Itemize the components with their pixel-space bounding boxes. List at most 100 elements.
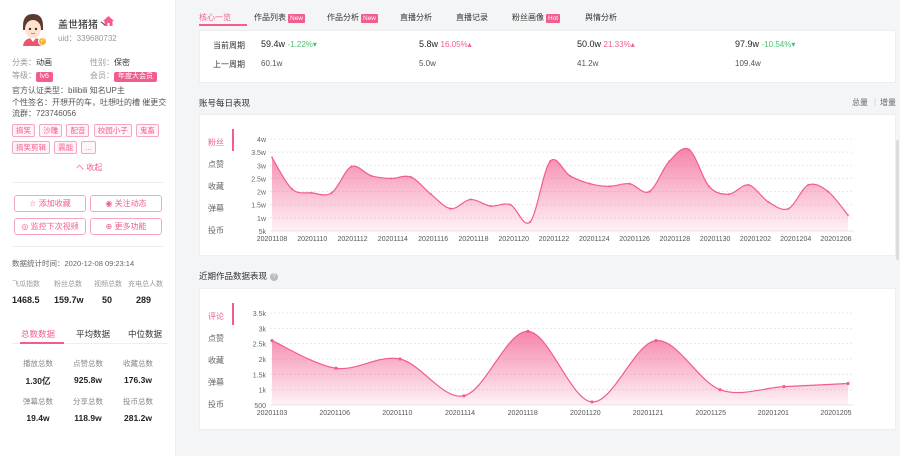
- toggle-increment[interactable]: 增量: [880, 97, 896, 108]
- tag-item[interactable]: 搞笑: [12, 124, 35, 137]
- tab-live-records[interactable]: 直播记录: [456, 12, 488, 23]
- data-point[interactable]: [389, 177, 393, 180]
- data-point[interactable]: [290, 187, 294, 191]
- tab-fan-profile[interactable]: 粉丝画像 Hot: [512, 12, 561, 23]
- daily-title: 账号每日表现: [199, 98, 251, 108]
- data-point[interactable]: [489, 204, 492, 208]
- data-point[interactable]: [548, 160, 552, 163]
- tab-live-analysis[interactable]: 直播分析: [400, 12, 432, 23]
- metric-tab-favorites[interactable]: 收藏: [208, 355, 224, 366]
- data-tabs: 总数数据 平均数据 中位数据: [12, 322, 168, 344]
- data-point[interactable]: [654, 339, 658, 343]
- data-point[interactable]: [334, 366, 338, 370]
- data-point[interactable]: [529, 220, 532, 223]
- new-badge: New: [361, 14, 379, 23]
- x-tick-label: 20201126: [619, 236, 650, 243]
- compare-previous-value: 5.0w: [419, 59, 436, 68]
- data-point[interactable]: [469, 198, 472, 201]
- data-point[interactable]: [590, 400, 594, 404]
- tag-item[interactable]: 校园小子: [93, 124, 132, 137]
- data-point[interactable]: [807, 183, 810, 187]
- monitor-next-video-button[interactable]: ◎ 监控下次视频: [14, 218, 86, 235]
- x-tick-label: 20201124: [579, 236, 610, 243]
- level-badge: lv6: [36, 72, 53, 82]
- compare-current-value: 50.0w 21.33%▴: [577, 39, 635, 49]
- data-point[interactable]: [398, 357, 402, 361]
- data-point[interactable]: [429, 193, 433, 196]
- data-point[interactable]: [370, 174, 373, 177]
- data-point[interactable]: [727, 193, 731, 196]
- y-tick-label: 2k: [259, 357, 267, 364]
- data-point[interactable]: [668, 160, 671, 163]
- tag-item[interactable]: 搞笑剪辑: [12, 141, 50, 154]
- x-tick-label: 20201120: [498, 236, 529, 243]
- compare-previous-value: 109.4w: [735, 59, 761, 68]
- data-point[interactable]: [588, 182, 591, 185]
- tab-median[interactable]: 中位数据: [128, 328, 162, 340]
- metric-tab-favorites[interactable]: 收藏: [208, 181, 224, 192]
- data-point[interactable]: [782, 385, 786, 389]
- data-point[interactable]: [648, 190, 651, 193]
- data-point[interactable]: [330, 191, 333, 195]
- metric-tab-likes[interactable]: 点赞: [208, 159, 224, 170]
- x-tick-label: 20201206: [820, 236, 851, 243]
- tab-average[interactable]: 平均数据: [76, 328, 110, 340]
- metric-tab-coins[interactable]: 投币: [208, 399, 224, 410]
- data-point[interactable]: [462, 394, 466, 398]
- data-point[interactable]: [826, 190, 830, 193]
- data-point[interactable]: [718, 388, 722, 392]
- tab-works-analysis[interactable]: 作品分析 New: [327, 12, 379, 23]
- data-point[interactable]: [767, 200, 770, 204]
- tab-sentiment[interactable]: 舆情分析: [585, 12, 617, 23]
- divider: [12, 246, 164, 247]
- daily-chart: 5k 1w 1.5w 2w 2.5w 3w 3.5w 4w 20201108 20201110 20…: [251, 137, 854, 243]
- metric-tab-likes[interactable]: 点赞: [208, 333, 224, 344]
- metric-tab-danmaku[interactable]: 弹幕: [208, 377, 224, 388]
- tag-more[interactable]: ...: [81, 141, 96, 154]
- metric-tab-coins[interactable]: 投币: [208, 225, 224, 236]
- tab-total[interactable]: 总数数据: [21, 328, 55, 340]
- data-point[interactable]: [568, 174, 572, 177]
- data-point[interactable]: [707, 185, 711, 188]
- metric-tab-fans[interactable]: 粉丝: [208, 137, 224, 148]
- data-point[interactable]: [628, 182, 631, 185]
- data-point[interactable]: [687, 148, 691, 151]
- total-cell: 投币总数 281.2w: [123, 397, 153, 423]
- data-point[interactable]: [846, 381, 850, 386]
- data-point[interactable]: [787, 207, 790, 210]
- scrollbar[interactable]: [896, 140, 899, 260]
- data-point[interactable]: [270, 339, 274, 343]
- toggle-total[interactable]: 总量: [852, 97, 868, 108]
- tag-item[interactable]: 沙雕: [39, 124, 63, 137]
- add-favorite-button[interactable]: ☆ 添加收藏: [14, 195, 86, 212]
- data-point[interactable]: [509, 203, 512, 206]
- data-point[interactable]: [747, 183, 750, 187]
- active-metric-indicator: [232, 129, 234, 151]
- data-point[interactable]: [409, 175, 413, 179]
- metric-tab-comments[interactable]: 评论: [208, 311, 224, 322]
- tag-item[interactable]: 震能: [54, 141, 78, 154]
- profile-sidebar: ✓ 盖世猪猪丶 uid：339680732 分类：动画 性别：保密 等级： lv6…: [0, 0, 176, 456]
- y-tick-label: 1w: [257, 216, 267, 223]
- data-point[interactable]: [846, 214, 850, 217]
- data-point[interactable]: [270, 156, 274, 159]
- tag-item[interactable]: 配音: [66, 124, 90, 137]
- signature: 个性签名：开想开的车，吐想吐的槽 催更交流群：723746056: [12, 98, 167, 118]
- more-features-button[interactable]: ⊕ 更多功能: [90, 218, 162, 235]
- tab-works-list[interactable]: 作品列表 New: [254, 12, 306, 23]
- collapse-toggle[interactable]: へ 收起: [76, 162, 102, 173]
- help-icon[interactable]: ?: [270, 272, 279, 281]
- data-point[interactable]: [449, 207, 452, 210]
- data-point[interactable]: [310, 191, 313, 195]
- x-tick-label: 20201114: [445, 410, 475, 417]
- follow-updates-button[interactable]: ◉ 关注动态: [90, 195, 162, 212]
- tab-overview[interactable]: 核心一览: [199, 12, 231, 23]
- data-point[interactable]: [608, 185, 611, 188]
- compare-current-value: 5.8w 16.05%▴: [419, 39, 472, 49]
- home-icon[interactable]: [103, 16, 114, 26]
- data-point[interactable]: [350, 165, 353, 168]
- tag-item[interactable]: 鬼畜: [135, 124, 159, 137]
- metric-tab-danmaku[interactable]: 弹幕: [208, 203, 224, 214]
- data-point[interactable]: [526, 329, 530, 333]
- category-field: 分类：动画: [12, 58, 52, 67]
